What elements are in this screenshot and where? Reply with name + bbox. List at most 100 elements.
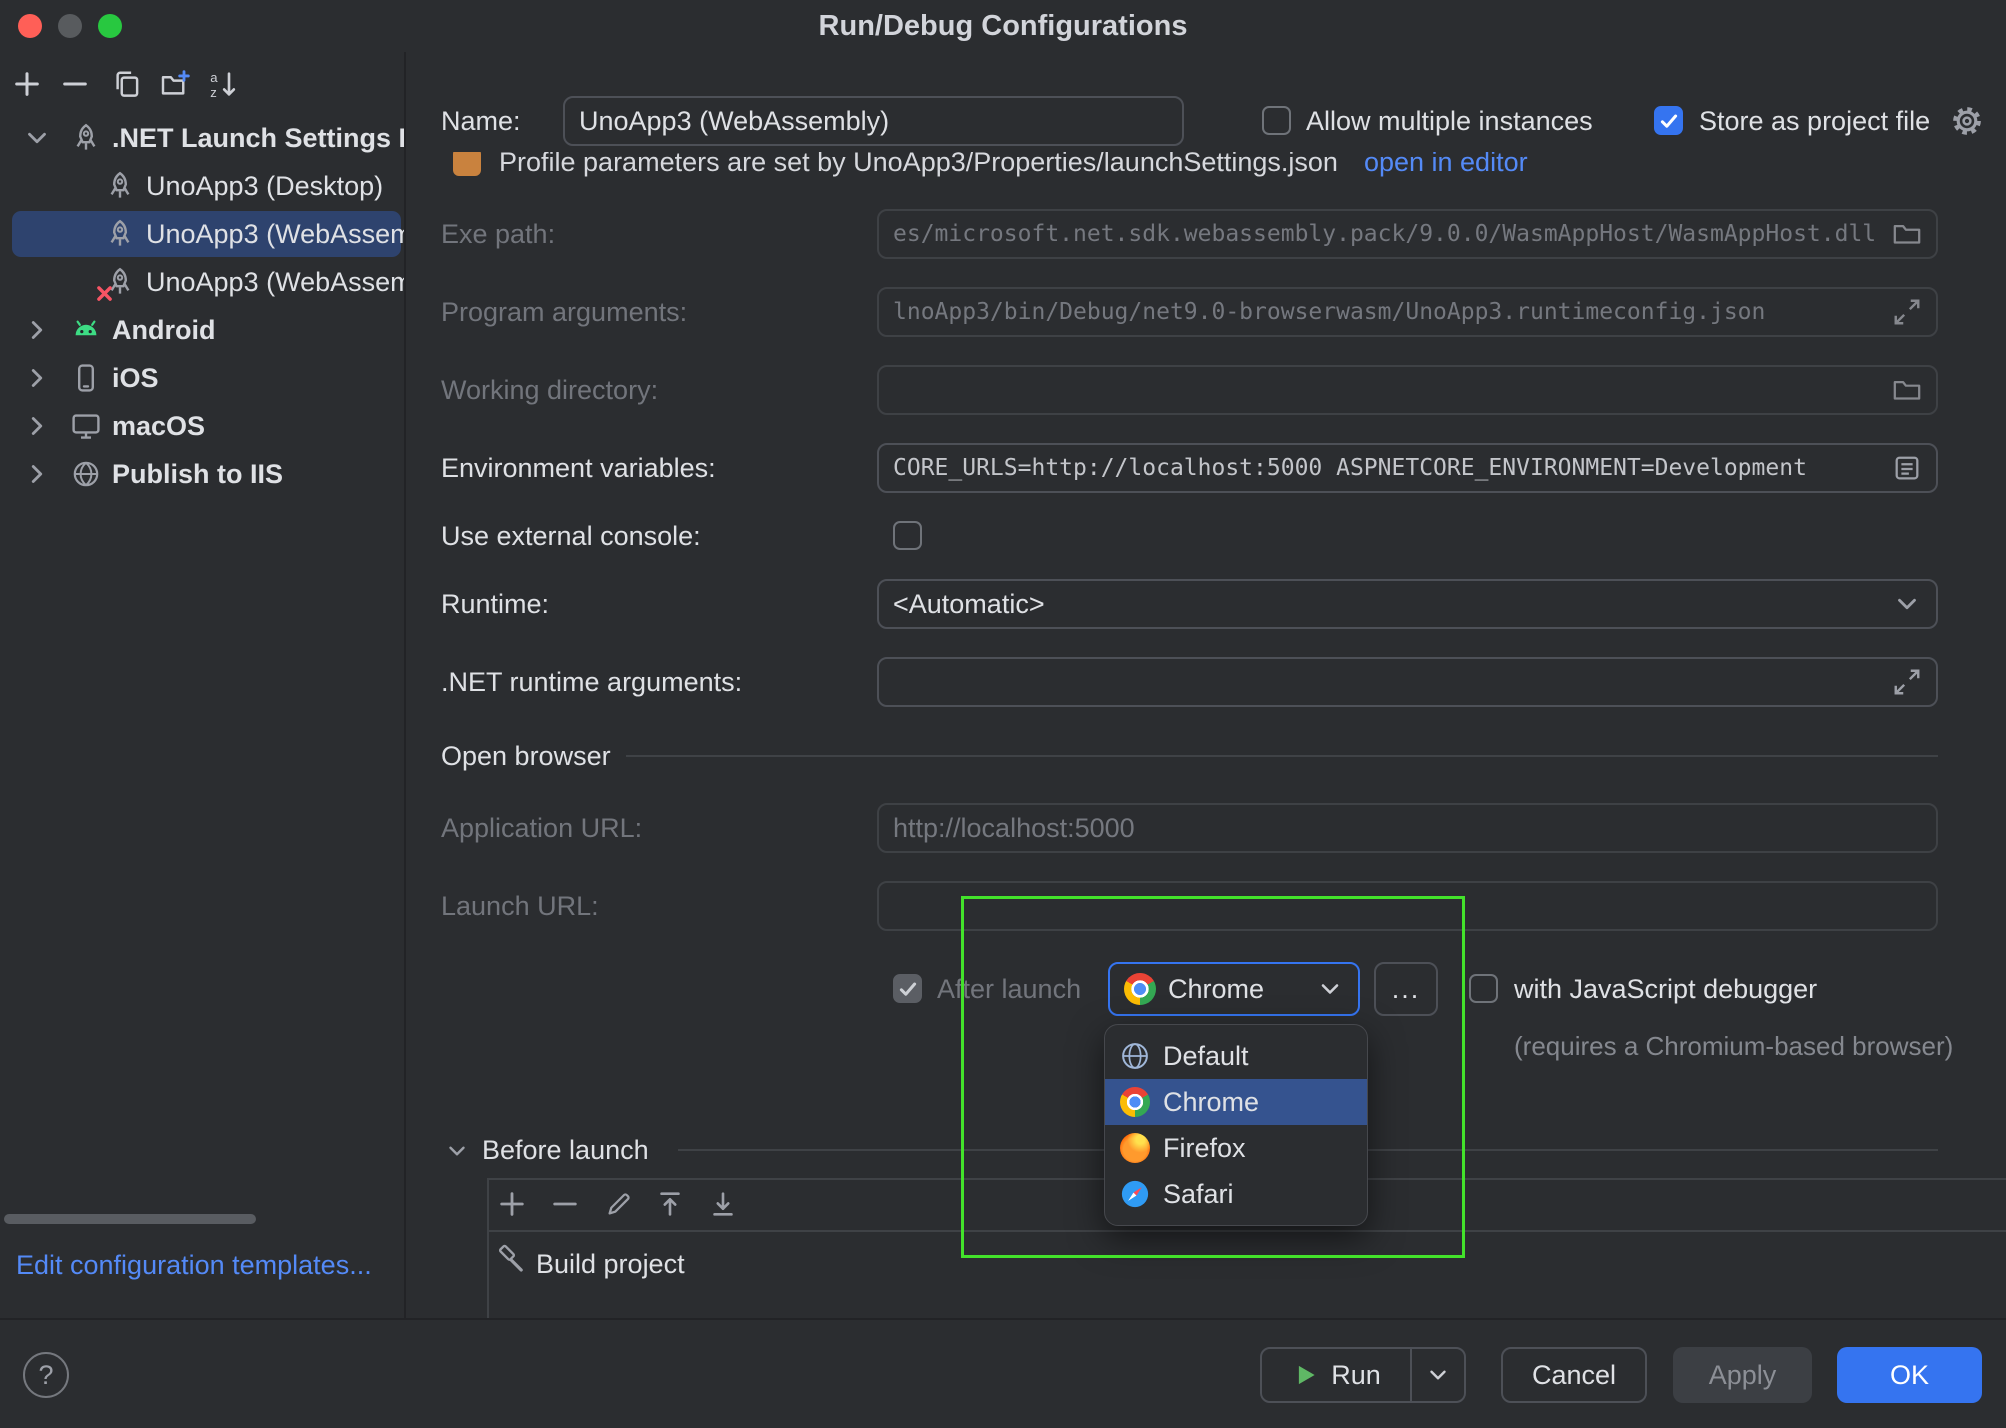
cancel-button[interactable]: Cancel [1501, 1347, 1647, 1403]
application-url-label: Application URL: [441, 803, 642, 853]
chevron-right-icon[interactable] [22, 315, 52, 345]
android-icon [70, 314, 102, 346]
folder-icon[interactable] [1892, 219, 1922, 249]
browser-select[interactable]: Chrome [1108, 962, 1360, 1016]
tree-item-publish-to-iis[interactable]: Publish to IIS [0, 450, 404, 498]
launch-url-input[interactable] [877, 881, 1938, 931]
dotnet-runtime-arguments-input[interactable] [877, 657, 1938, 707]
sort-configurations-button[interactable]: az [204, 65, 242, 103]
before-launch-remove-button[interactable] [545, 1184, 585, 1224]
tree-item-macos[interactable]: macOS [0, 402, 404, 450]
expand-icon[interactable] [1892, 667, 1922, 697]
tree-item-label: UnoApp3 (WebAssembly) [146, 219, 404, 250]
run-button[interactable]: Run [1260, 1347, 1466, 1403]
menu-item-firefox[interactable]: Firefox [1105, 1125, 1367, 1171]
folder-icon[interactable] [1892, 375, 1922, 405]
before-launch-add-button[interactable] [492, 1184, 532, 1224]
chevron-down-icon[interactable] [444, 1138, 470, 1164]
env-list-icon[interactable] [1892, 453, 1922, 483]
help-icon: ? [38, 1360, 53, 1391]
svg-text:a: a [210, 70, 218, 85]
before-launch-task-build-project[interactable]: Build project [536, 1239, 685, 1289]
browse-browsers-button[interactable]: ... [1374, 962, 1438, 1016]
after-launch-checkbox[interactable] [893, 974, 922, 1003]
name-input[interactable]: UnoApp3 (WebAssembly) [563, 96, 1184, 146]
runtime-label: Runtime: [441, 579, 549, 629]
exe-path-input[interactable]: es/microsoft.net.sdk.webassembly.pack/9.… [877, 209, 1938, 259]
sidebar-toolbar: az [0, 52, 404, 110]
add-button[interactable] [8, 65, 46, 103]
tree-item-net-launch-profiles[interactable]: .NET Launch Settings Profiles [0, 114, 404, 162]
tree-item-label: Android [112, 315, 215, 346]
panel-border [487, 1178, 489, 1318]
environment-variables-input[interactable]: CORE_URLS=http://localhost:5000 ASPNETCO… [877, 443, 1938, 493]
hammer-icon [494, 1244, 526, 1276]
program-arguments-input[interactable]: lnoApp3/bin/Debug/net9.0-browserwasm/Uno… [877, 287, 1938, 337]
store-settings-gear-button[interactable] [1950, 104, 1984, 138]
program-arguments-label: Program arguments: [441, 287, 687, 337]
tree-item-unoapp3-desktop[interactable]: UnoApp3 (Desktop) [0, 162, 404, 210]
chevron-right-icon[interactable] [22, 363, 52, 393]
allow-multiple-instances-checkbox[interactable] [1262, 106, 1291, 135]
launch-profile-icon [70, 122, 102, 154]
panel-border [487, 1230, 2006, 1232]
ios-icon [70, 362, 102, 394]
open-browser-section-title: Open browser [441, 731, 611, 781]
js-debugger-label: with JavaScript debugger [1514, 964, 1817, 1014]
js-debugger-checkbox[interactable] [1469, 974, 1498, 1003]
apply-button[interactable]: Apply [1673, 1347, 1812, 1403]
tree-item-ios[interactable]: iOS [0, 354, 404, 402]
before-launch-move-down-button[interactable] [703, 1184, 743, 1224]
before-launch-edit-button[interactable] [599, 1184, 639, 1224]
open-in-editor-link[interactable]: open in editor [1364, 152, 1528, 178]
remove-button[interactable] [56, 65, 94, 103]
menu-item-safari[interactable]: Safari [1105, 1171, 1367, 1217]
runtime-select[interactable]: <Automatic> [877, 579, 1938, 629]
move-down-icon [708, 1189, 738, 1219]
help-button[interactable]: ? [23, 1352, 69, 1398]
section-divider [626, 755, 1938, 757]
application-url-input[interactable]: http://localhost:5000 [877, 803, 1938, 853]
expand-icon[interactable] [1892, 297, 1922, 327]
name-label: Name: [441, 96, 521, 146]
tree-item-android[interactable]: Android [0, 306, 404, 354]
copy-configuration-button[interactable] [108, 65, 146, 103]
configurations-sidebar: az .NET Launch Settings Profiles UnoApp3… [0, 52, 406, 1318]
traffic-lights [18, 14, 122, 38]
chrome-icon [1124, 973, 1156, 1005]
minimize-icon[interactable] [58, 14, 82, 38]
sort-alpha-icon: az [208, 69, 238, 99]
working-directory-input[interactable] [877, 365, 1938, 415]
ok-button[interactable]: OK [1837, 1347, 1982, 1403]
chevron-down-icon [1316, 975, 1344, 1003]
chevron-right-icon[interactable] [22, 411, 52, 441]
close-icon[interactable] [18, 14, 42, 38]
chevron-right-icon[interactable] [22, 459, 52, 489]
launch-url-label: Launch URL: [441, 881, 599, 931]
zoom-icon[interactable] [98, 14, 122, 38]
use-external-console-checkbox[interactable] [893, 521, 922, 550]
firefox-icon [1120, 1133, 1150, 1163]
tree-item-unoapp3-webassembly-error[interactable]: UnoApp3 (WebAssembly) [0, 258, 404, 306]
menu-item-default[interactable]: Default [1105, 1033, 1367, 1079]
add-icon [12, 69, 42, 99]
new-folder-button[interactable] [156, 65, 194, 103]
run-button-main[interactable]: Run [1262, 1349, 1410, 1401]
dotnet-runtime-arguments-label: .NET runtime arguments: [441, 657, 742, 707]
edit-icon [604, 1189, 634, 1219]
chevron-down-icon[interactable] [22, 123, 52, 153]
sidebar-horizontal-scrollbar[interactable] [4, 1214, 256, 1224]
publish-iis-icon [70, 458, 102, 490]
run-button-dropdown[interactable] [1410, 1349, 1464, 1401]
menu-item-chrome[interactable]: Chrome [1105, 1079, 1367, 1125]
tree-item-label: UnoApp3 (Desktop) [146, 171, 383, 202]
tree-item-label: Publish to IIS [112, 459, 283, 490]
exe-path-label: Exe path: [441, 209, 555, 259]
launch-profile-icon [104, 266, 136, 298]
edit-templates-link[interactable]: Edit configuration templates... [16, 1250, 372, 1281]
warning-icon [453, 152, 481, 176]
store-as-project-file-checkbox[interactable] [1654, 106, 1683, 135]
before-launch-move-up-button[interactable] [650, 1184, 690, 1224]
tree-item-unoapp3-webassembly[interactable]: UnoApp3 (WebAssembly) [0, 210, 404, 258]
js-debugger-note: (requires a Chromium-based browser) [1514, 1021, 1953, 1071]
